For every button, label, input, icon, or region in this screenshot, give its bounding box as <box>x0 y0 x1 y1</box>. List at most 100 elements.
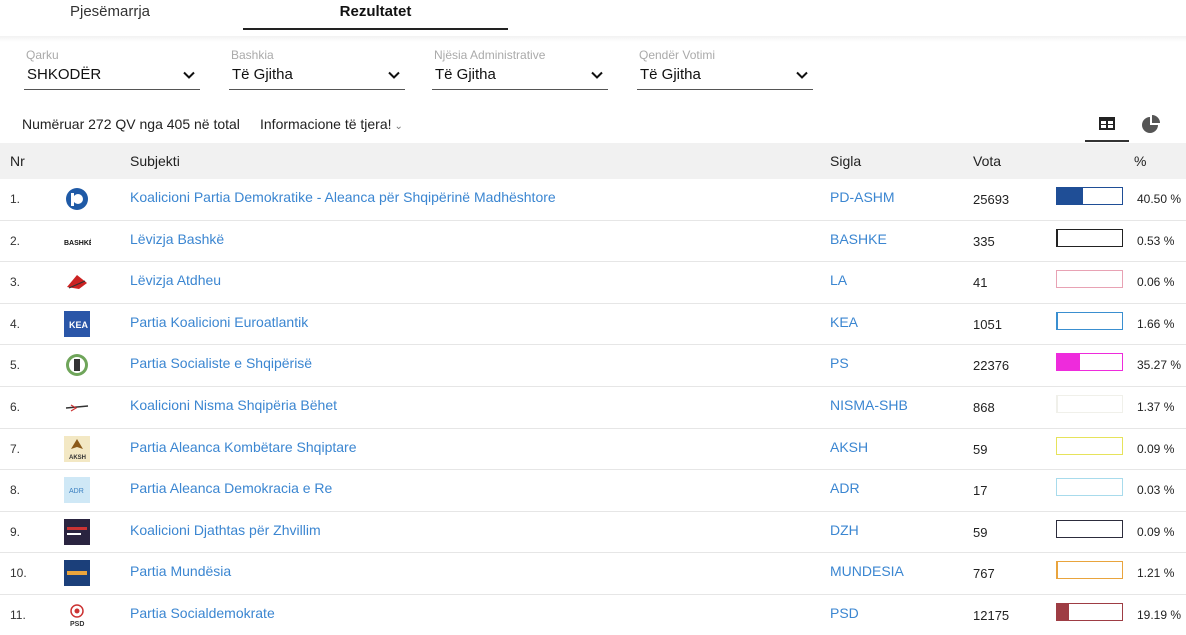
percent-value: 0.03 % <box>1137 483 1175 498</box>
bashke-logo-icon: BASHKË <box>63 228 94 254</box>
column-header-sigla: Sigla <box>830 153 862 169</box>
row-number: 4. <box>10 316 21 331</box>
more-info-dropdown[interactable]: Informacione të tjera! ⌄ <box>260 116 403 132</box>
party-sigla-link[interactable]: AKSH <box>830 439 868 455</box>
row-number: 10. <box>10 566 27 581</box>
svg-text:KEA: KEA <box>69 320 89 330</box>
percent-bar <box>1056 311 1123 330</box>
votes-count: 335 <box>973 233 995 249</box>
row-number: 1. <box>10 192 21 206</box>
filter-qender-votimi[interactable]: Qendër Votimi Të Gjitha <box>637 48 813 90</box>
percent-value: 40.50 % <box>1137 192 1182 206</box>
party-sigla-link[interactable]: MUNDESIA <box>830 563 904 579</box>
percent-bar-fill <box>1057 354 1080 371</box>
party-sigla-link[interactable]: LA <box>830 272 847 288</box>
votes-count: 59 <box>973 524 988 540</box>
results-table-header: Nr Subjekti Sigla Vota % <box>0 143 1186 179</box>
chevron-down-icon <box>388 71 400 79</box>
percent-value: 1.21 % <box>1137 566 1175 581</box>
filter-value: SHKODËR <box>27 66 102 83</box>
pie-chart-icon <box>1142 115 1160 133</box>
ps-logo-icon <box>63 352 91 378</box>
column-header-percent: % <box>1134 153 1147 169</box>
party-name-link[interactable]: Lëvizja Atdheu <box>130 272 221 288</box>
table-row: 3. Lëvizja Atdheu LA 41 0.06 % <box>0 262 1186 304</box>
chevron-down-icon <box>591 71 603 79</box>
party-name-link[interactable]: Partia Socialiste e Shqipërisë <box>130 355 312 371</box>
tab-bar: Pjesëmarrja Rezultatet <box>0 0 1186 42</box>
svg-text:ADR: ADR <box>69 488 84 495</box>
percent-bar <box>1056 353 1123 372</box>
percent-bar-fill <box>1057 604 1070 620</box>
row-number: 8. <box>10 483 21 498</box>
party-name-link[interactable]: Partia Aleanca Kombëtare Shqiptare <box>130 439 356 455</box>
chevron-down-icon <box>183 71 195 79</box>
votes-count: 868 <box>973 400 995 415</box>
atdheu-logo-icon <box>63 269 91 295</box>
percent-bar <box>1056 561 1123 580</box>
party-name-link[interactable]: Koalicioni Djathtas për Zhvillim <box>130 522 321 538</box>
row-number: 5. <box>10 358 21 373</box>
party-name-link[interactable]: Koalicioni Nisma Shqipëria Bëhet <box>130 397 337 413</box>
table-view-button[interactable] <box>1085 108 1129 142</box>
party-sigla-link[interactable]: KEA <box>830 314 858 330</box>
row-number: 11. <box>10 608 26 622</box>
party-sigla-link[interactable]: NISMA-SHB <box>830 397 908 413</box>
percent-value: 1.37 % <box>1137 400 1175 414</box>
filter-label: Njësia Administrative <box>434 48 546 62</box>
percent-bar <box>1056 436 1123 455</box>
table-icon <box>1099 117 1115 130</box>
kea-logo-icon: KEA <box>63 310 91 337</box>
filter-value: Të Gjitha <box>232 66 293 83</box>
party-name-link[interactable]: Lëvizja Bashkë <box>130 231 224 247</box>
party-name-link[interactable]: Partia Aleanca Demokracia e Re <box>130 480 332 496</box>
row-number: 9. <box>10 524 21 539</box>
table-row: 10. Partia Mundësia MUNDESIA 767 1.21 % <box>0 553 1186 595</box>
table-row: 11. PSD Partia Socialdemokrate PSD 12175 19.1… <box>0 595 1186 635</box>
percent-bar <box>1056 519 1123 538</box>
votes-count: 22376 <box>973 358 1010 374</box>
filter-qarku[interactable]: Qarku SHKODËR <box>24 48 200 90</box>
pd-logo-icon <box>63 186 91 212</box>
tab-participation[interactable]: Pjesëmarrja <box>40 0 180 30</box>
votes-count: 25693 <box>973 192 1010 207</box>
filter-bashkia[interactable]: Bashkia Të Gjitha <box>229 48 405 90</box>
percent-bar <box>1056 187 1123 205</box>
table-row: 6. Koalicioni Nisma Shqipëria Bëhet NISMA-… <box>0 387 1186 429</box>
votes-count: 41 <box>973 275 988 291</box>
party-sigla-link[interactable]: PS <box>830 355 849 371</box>
column-header-subject: Subjekti <box>130 153 180 169</box>
row-number: 2. <box>10 233 21 248</box>
counted-status: Numëruar 272 QV nga 405 në total <box>22 116 240 132</box>
row-number: 3. <box>10 275 21 290</box>
percent-value: 1.66 % <box>1137 316 1175 331</box>
svg-text:AKSH: AKSH <box>69 455 86 461</box>
chart-view-button[interactable] <box>1133 108 1169 142</box>
party-name-link[interactable]: Partia Socialdemokrate <box>130 605 275 621</box>
votes-count: 12175 <box>973 608 1010 623</box>
filter-label: Bashkia <box>231 48 274 62</box>
percent-value: 0.09 % <box>1137 441 1175 456</box>
percent-bar <box>1056 395 1123 413</box>
table-row: 7. AKSH Partia Aleanca Kombëtare Shqiptare… <box>0 429 1186 471</box>
chevron-down-icon <box>796 71 808 79</box>
percent-bar <box>1056 478 1123 497</box>
votes-count: 17 <box>973 483 988 499</box>
percent-value: 0.09 % <box>1137 524 1175 539</box>
svg-text:PSD: PSD <box>70 621 84 628</box>
party-sigla-link[interactable]: PSD <box>830 605 859 621</box>
party-sigla-link[interactable]: DZH <box>830 522 859 538</box>
svg-text:BASHKË: BASHKË <box>64 239 91 247</box>
filter-label: Qarku <box>26 48 59 62</box>
party-sigla-link[interactable]: ADR <box>830 480 860 496</box>
party-name-link[interactable]: Partia Mundësia <box>130 563 231 579</box>
tab-results[interactable]: Rezultatet <box>243 0 508 30</box>
filter-value: Të Gjitha <box>640 66 701 83</box>
psd-logo-icon: PSD <box>63 602 91 628</box>
party-sigla-link[interactable]: PD-ASHM <box>830 189 895 205</box>
party-name-link[interactable]: Partia Koalicioni Euroatlantik <box>130 314 308 330</box>
percent-bar-fill <box>1057 312 1059 329</box>
party-sigla-link[interactable]: BASHKE <box>830 231 887 247</box>
filter-njesia[interactable]: Njësia Administrative Të Gjitha <box>432 48 608 90</box>
party-name-link[interactable]: Koalicioni Partia Demokratike - Aleanca … <box>130 189 556 205</box>
